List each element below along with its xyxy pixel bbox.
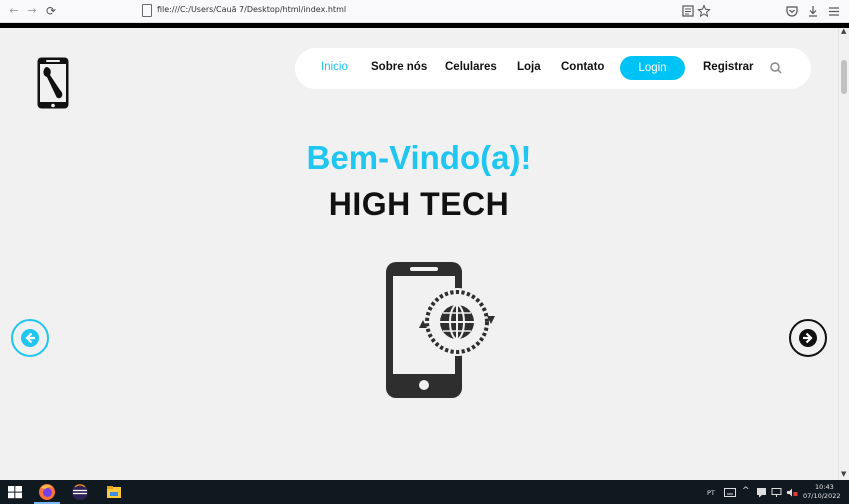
windows-start-icon[interactable] (6, 483, 24, 501)
language-indicator[interactable]: PT (707, 489, 715, 497)
page-scrollbar[interactable] (838, 28, 849, 480)
eclipse-icon[interactable] (71, 483, 89, 501)
nav-link-contato[interactable]: Contato (561, 61, 604, 73)
arrow-left-icon (21, 329, 39, 347)
star-icon[interactable] (697, 3, 711, 19)
network-icon[interactable] (771, 487, 782, 498)
clock-date[interactable]: 07/10/2022 (803, 492, 840, 500)
phone-wrench-logo-icon[interactable] (36, 56, 70, 110)
scroll-down-icon[interactable]: ▼ (841, 470, 846, 478)
search-icon[interactable] (768, 60, 784, 76)
download-icon[interactable] (806, 3, 820, 19)
login-button[interactable]: Login (620, 56, 685, 80)
volume-muted-icon[interactable] (786, 487, 798, 498)
firefox-icon[interactable] (38, 483, 56, 501)
file-explorer-icon[interactable] (105, 483, 123, 501)
arrow-right-icon (799, 329, 817, 347)
reload-button[interactable]: ⟳ (43, 3, 59, 19)
register-link[interactable]: Registrar (703, 61, 754, 73)
keyboard-icon[interactable] (724, 488, 736, 497)
welcome-heading: Bem-Vindo(a)! (306, 139, 532, 176)
url-bar[interactable]: file:///C:/Users/Cauã 7/Desktop/html/ind… (157, 5, 346, 14)
back-button[interactable]: ← (6, 3, 22, 19)
reader-view-icon[interactable] (681, 3, 695, 19)
main-navbar: Inicio Sobre nós Celulares Loja Contato … (295, 48, 811, 89)
page-icon (142, 4, 152, 17)
scroll-up-icon[interactable]: ▲ (841, 27, 846, 35)
forward-button[interactable]: → (24, 3, 40, 19)
chevron-up-icon[interactable]: ^ (742, 486, 750, 496)
nav-link-sobre-nos[interactable]: Sobre nós (371, 61, 427, 73)
nav-link-inicio[interactable]: Inicio (321, 61, 348, 73)
notification-icon[interactable] (756, 487, 767, 498)
clock-time[interactable]: 10:43 (815, 483, 834, 491)
nav-link-celulares[interactable]: Celulares (445, 61, 497, 73)
scrollbar-thumb[interactable] (841, 60, 847, 94)
web-page: Inicio Sobre nós Celulares Loja Contato … (0, 28, 838, 480)
pocket-icon[interactable] (785, 3, 799, 19)
browser-toolbar: ← → ⟳ file:///C:/Users/Cauã 7/Desktop/ht… (0, 0, 849, 23)
windows-taskbar: PT ^ 10:43 07/10/2022 (0, 480, 849, 504)
nav-link-loja[interactable]: Loja (517, 61, 541, 73)
brand-heading: HIGH TECH (328, 186, 510, 222)
phone-globe-icon (386, 262, 495, 398)
hamburger-menu-icon[interactable] (827, 3, 841, 19)
carousel-prev-button[interactable] (11, 319, 49, 357)
carousel-next-button[interactable] (789, 319, 827, 357)
